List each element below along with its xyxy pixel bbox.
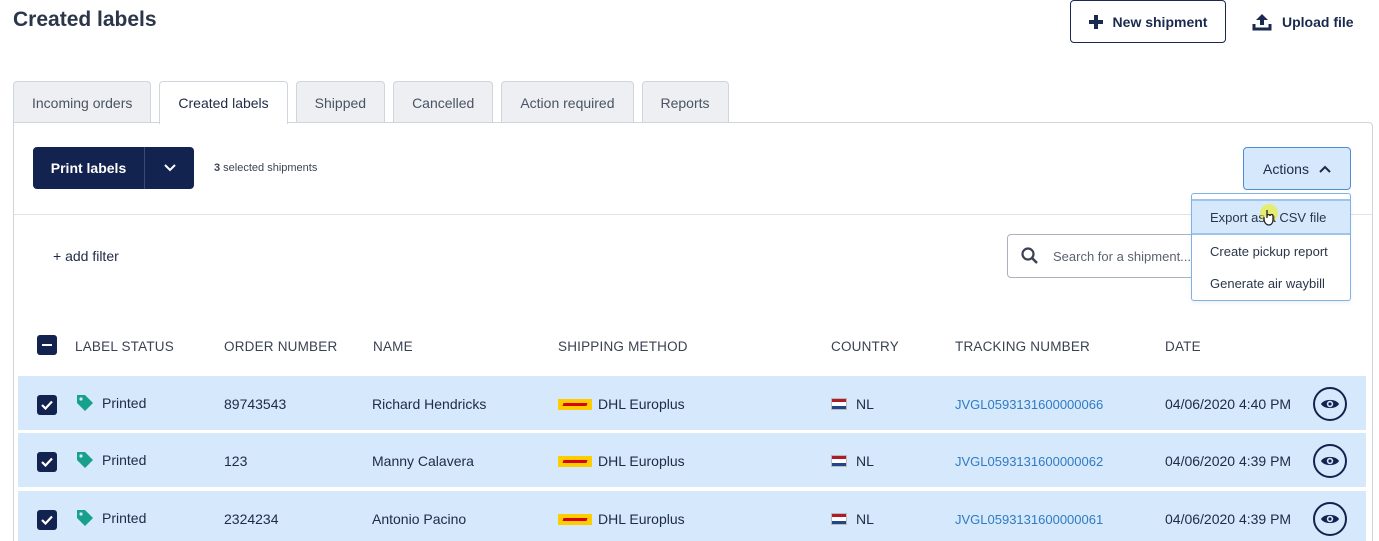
view-shipment-button[interactable]: [1313, 444, 1347, 478]
actions-label: Actions: [1263, 160, 1309, 177]
column-header-label-status: LABEL STATUS: [75, 339, 174, 354]
menu-item-generate-air-waybill[interactable]: Generate air waybill: [1192, 267, 1350, 299]
column-header-country: COUNTRY: [831, 339, 899, 354]
shipment-date: 04/06/2020 4:39 PM: [1165, 453, 1292, 469]
page-title: Created labels: [13, 8, 157, 31]
netherlands-flag-icon: [831, 455, 847, 467]
chevron-up-icon: [1319, 165, 1331, 173]
label-status: Printed: [102, 452, 147, 468]
shipping-method: DHL Europlus: [598, 453, 685, 469]
tab-bar: Incoming orders Created labels Shipped C…: [13, 81, 737, 124]
upload-file-label: Upload file: [1282, 13, 1354, 30]
tag-icon: [77, 510, 93, 526]
print-labels-split-button: Print labels: [33, 147, 194, 189]
table-row[interactable]: Printed 123 Manny Calavera DHL Europlus …: [18, 433, 1366, 489]
customer-name: Richard Hendricks: [372, 396, 487, 412]
tracking-number-link[interactable]: JVGL0593131600000066: [955, 397, 1103, 412]
tab-created-labels[interactable]: Created labels: [159, 81, 288, 124]
check-icon: [41, 400, 53, 410]
order-number: 2324234: [224, 511, 279, 527]
order-number: 89743543: [224, 396, 287, 412]
divider: [14, 214, 1372, 215]
check-icon: [41, 515, 53, 525]
netherlands-flag-icon: [831, 513, 847, 525]
selected-count-label: selected shipments: [220, 162, 318, 174]
customer-name: Manny Calavera: [372, 453, 474, 469]
new-shipment-label: New shipment: [1112, 13, 1208, 30]
netherlands-flag-icon: [831, 398, 847, 410]
upload-file-button[interactable]: Upload file: [1252, 0, 1354, 43]
dhl-logo-icon: [558, 399, 592, 410]
tab-incoming-orders[interactable]: Incoming orders: [13, 81, 152, 123]
order-number: 123: [224, 453, 248, 469]
selected-count-text: 3 selected shipments: [214, 162, 317, 174]
table-row[interactable]: Printed 2324234 Antonio Pacino DHL Europ…: [18, 491, 1366, 541]
tab-reports[interactable]: Reports: [641, 81, 729, 123]
tracking-number-link[interactable]: JVGL0593131600000062: [955, 454, 1103, 469]
add-filter-button[interactable]: + add filter: [53, 248, 119, 264]
label-status: Printed: [102, 510, 147, 526]
view-shipment-button[interactable]: [1313, 387, 1347, 421]
shipment-date: 04/06/2020 4:40 PM: [1165, 396, 1292, 412]
select-all-checkbox[interactable]: [37, 335, 57, 355]
tracking-number-link[interactable]: JVGL0593131600000061: [955, 512, 1103, 527]
eye-icon: [1321, 456, 1339, 466]
tab-action-required[interactable]: Action required: [501, 81, 634, 123]
column-header-tracking-number: TRACKING NUMBER: [955, 339, 1091, 354]
country-code: NL: [856, 396, 874, 412]
eye-icon: [1321, 514, 1339, 524]
label-status: Printed: [102, 395, 147, 411]
print-options-dropdown[interactable]: [145, 164, 194, 172]
hand-cursor-icon: [1263, 210, 1274, 226]
shipment-date: 04/06/2020 4:39 PM: [1165, 511, 1292, 527]
tab-cancelled[interactable]: Cancelled: [393, 81, 494, 123]
chevron-down-icon: [163, 164, 176, 172]
upload-icon: [1252, 13, 1272, 30]
menu-item-create-pickup-report[interactable]: Create pickup report: [1192, 235, 1350, 267]
search-input[interactable]: [1053, 248, 1203, 264]
view-shipment-button[interactable]: [1313, 502, 1347, 536]
new-shipment-button[interactable]: New shipment: [1070, 0, 1226, 43]
row-checkbox[interactable]: [37, 395, 57, 415]
tag-icon: [77, 395, 93, 411]
shipping-method: DHL Europlus: [598, 396, 685, 412]
column-header-name: NAME: [373, 339, 413, 354]
actions-button[interactable]: Actions: [1243, 147, 1351, 190]
eye-icon: [1321, 399, 1339, 409]
row-checkbox[interactable]: [37, 510, 57, 530]
column-header-date: DATE: [1165, 339, 1201, 354]
table-header: LABEL STATUS ORDER NUMBER NAME SHIPPING …: [18, 330, 1366, 364]
country-code: NL: [856, 453, 874, 469]
tab-shipped[interactable]: Shipped: [295, 81, 386, 123]
search-box: [1007, 234, 1207, 278]
row-checkbox[interactable]: [37, 452, 57, 472]
dhl-logo-icon: [558, 514, 592, 525]
plus-icon: [1088, 14, 1103, 29]
country-code: NL: [856, 511, 874, 527]
column-header-order-number: ORDER NUMBER: [224, 339, 338, 354]
shipping-method: DHL Europlus: [598, 511, 685, 527]
print-labels-button[interactable]: Print labels: [33, 160, 144, 176]
dhl-logo-icon: [558, 456, 592, 467]
table-row[interactable]: Printed 89743543 Richard Hendricks DHL E…: [18, 376, 1366, 432]
customer-name: Antonio Pacino: [372, 511, 467, 527]
column-header-shipping-method: SHIPPING METHOD: [558, 339, 688, 354]
tag-icon: [77, 452, 93, 468]
search-icon: [1021, 247, 1038, 264]
check-icon: [41, 457, 53, 467]
